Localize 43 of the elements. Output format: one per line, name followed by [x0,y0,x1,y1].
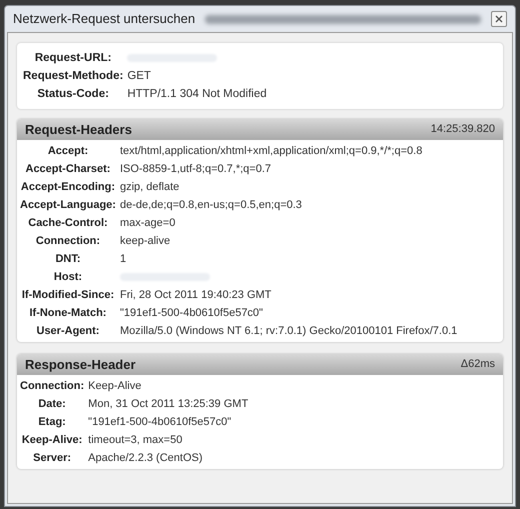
header-label: Accept-Encoding: [20,180,116,195]
header-label: Request-URL: [34,51,112,66]
header-value: GET [127,69,151,84]
section-title: Request-Headers [25,120,132,139]
header-label: DNT: [54,252,82,267]
header-label: Connection: [34,234,102,249]
header-value: keep-alive [120,234,170,249]
header-label: Server: [32,451,72,466]
header-label: Accept: [46,144,90,159]
header-value: Apache/2.2.3 (CentOS) [88,451,203,466]
header-value: timeout=3, max=50 [88,433,182,448]
window-title: Netzwerk-Request untersuchen [13,10,196,28]
header-value: 1 [120,252,126,267]
header-label: If-None-Match: [28,306,108,321]
section-time: 14:25:39.820 [430,122,495,138]
header-label: Connection: [20,379,84,394]
header-value: HTTP/1.1 304 Not Modified [127,87,267,102]
header-value: max-age=0 [120,216,176,231]
header-label: Accept-Language: [20,198,116,213]
close-button[interactable] [491,11,507,27]
header-label: Host: [52,270,84,285]
header-value: text/html,application/xhtml+xml,application/xml;q=0.9,*/*;q=0.8 [120,144,422,159]
header-label: User-Agent: [36,324,100,339]
close-icon [495,15,503,23]
header-label: Keep-Alive: [20,433,84,448]
header-value: ISO-8859-1,utf-8;q=0.7,*;q=0.7 [120,162,272,177]
header-label: Date: [37,397,67,412]
header-value: "191ef1-500-4b0610f5e57c0" [88,415,232,430]
header-value: Fri, 28 Oct 2011 19:40:23 GMT [120,288,272,303]
header-label: Request-Methode: [23,69,124,84]
header-label: If-Modified-Since: [20,288,116,303]
section-time: Δ62ms [460,357,495,372]
header-label: Cache-Control: [27,216,109,231]
header-value: de-de,de;q=0.8,en-us;q=0.5,en;q=0.3 [120,198,302,213]
header-value: Mon, 31 Oct 2011 13:25:39 GMT [88,397,248,412]
header-value: Keep-Alive [88,379,142,394]
header-label: Status-Code: [36,87,110,102]
header-value: gzip, deflate [120,180,180,195]
section-title: Response-Header [25,356,136,374]
header-label: Accept-Charset: [24,162,112,177]
header-label: Etag: [37,415,67,430]
header-value: "191ef1-500-4b0610f5e57c0" [120,306,263,321]
header-value: Mozilla/5.0 (Windows NT 6.1; rv:7.0.1) Gecko/20100101 Firefox/7.0.1 [120,324,458,339]
